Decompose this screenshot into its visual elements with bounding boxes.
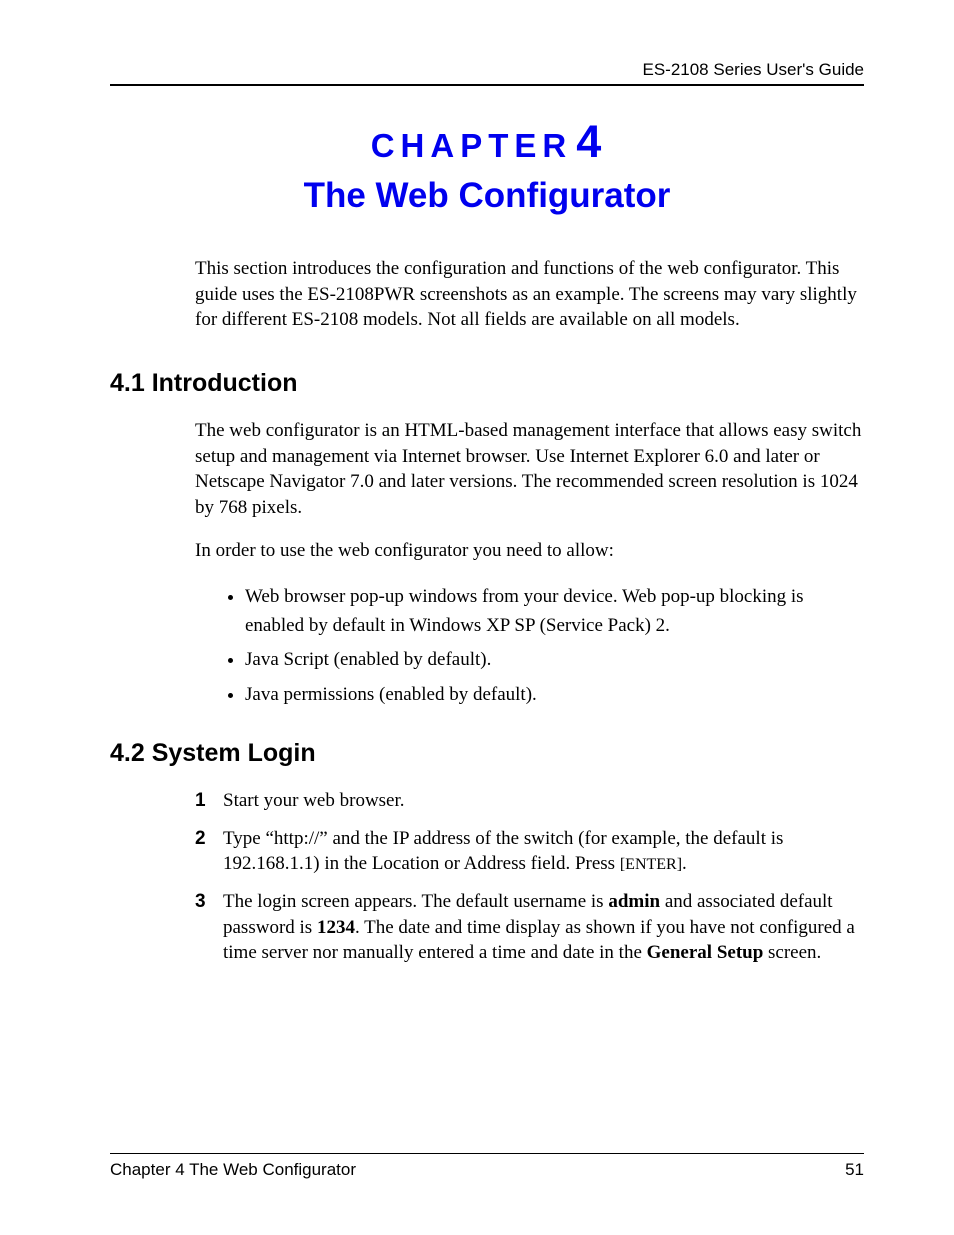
section-4-2-steps: Start your web browser. Type “http://” a… [195,788,864,966]
default-password: 1234 [317,917,355,938]
step-1: Start your web browser. [195,788,864,814]
step-text: The login screen appears. The default us… [223,891,608,912]
section-4-1-para-1: The web configurator is an HTML-based ma… [195,418,864,521]
footer-chapter-label: Chapter 4 The Web Configurator [110,1160,356,1180]
step-text: Type “http://” and the IP address of the… [223,828,783,875]
step-text: Start your web browser. [223,790,405,811]
chapter-number: 4 [576,116,603,167]
step-text: . [682,853,687,874]
section-4-1-heading: 4.1 Introduction [110,369,864,398]
step-text: screen. [763,942,821,963]
page: ES-2108 Series User's Guide CHAPTER 4 Th… [0,0,954,1235]
chapter-title: The Web Configurator [110,176,864,216]
default-username: admin [608,891,660,912]
section-4-2-heading: 4.2 System Login [110,739,864,768]
chapter-heading-block: CHAPTER 4 The Web Configurator [110,116,864,216]
list-item: Web browser pop-up windows from your dev… [245,583,864,640]
general-setup-screen-name: General Setup [647,942,764,963]
section-4-1-para-2: In order to use the web configurator you… [195,538,864,564]
chapter-intro-paragraph: This section introduces the configuratio… [195,256,864,333]
page-footer: Chapter 4 The Web Configurator 51 [110,1153,864,1180]
step-2: Type “http://” and the IP address of the… [195,826,864,877]
list-item: Java Script (enabled by default). [245,646,864,675]
chapter-label-line: CHAPTER 4 [110,116,864,168]
enter-key-label: [ENTER] [620,856,682,873]
chapter-label: CHAPTER [371,127,573,164]
page-number: 51 [845,1160,864,1180]
list-item: Java permissions (enabled by default). [245,681,864,710]
section-4-1-bullet-list: Web browser pop-up windows from your dev… [215,583,864,709]
guide-title: ES-2108 Series User's Guide [642,60,864,79]
step-3: The login screen appears. The default us… [195,889,864,966]
page-header: ES-2108 Series User's Guide [110,60,864,86]
